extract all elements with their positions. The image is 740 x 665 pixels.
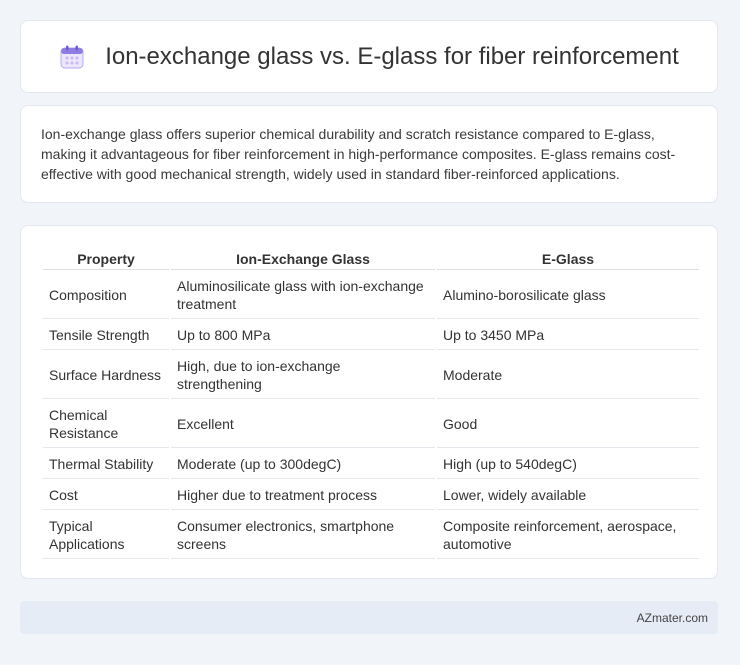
e-glass-cell: Lower, widely available [437, 481, 699, 510]
ion-exchange-cell: Consumer electronics, smartphone screens [171, 512, 435, 559]
title-card: Ion-exchange glass vs. E-glass for fiber… [20, 20, 718, 93]
intro-card: Ion-exchange glass offers superior chemi… [20, 105, 718, 203]
table-row: Composition Aluminosilicate glass with i… [43, 272, 699, 319]
header-e-glass: E-Glass [437, 248, 699, 270]
property-cell: Cost [43, 481, 169, 510]
e-glass-cell: Alumino-borosilicate glass [437, 272, 699, 319]
property-cell: Composition [43, 272, 169, 319]
ion-exchange-cell: Higher due to treatment process [171, 481, 435, 510]
e-glass-cell: Up to 3450 MPa [437, 321, 699, 350]
footer-source: AZmater.com [636, 610, 708, 625]
table-row: Chemical Resistance Excellent Good [43, 401, 699, 448]
header-property: Property [43, 248, 169, 270]
intro-text: Ion-exchange glass offers superior chemi… [41, 126, 676, 182]
property-cell: Surface Hardness [43, 352, 169, 399]
footer-bar: AZmater.com [20, 601, 718, 634]
ion-exchange-cell: Up to 800 MPa [171, 321, 435, 350]
ion-exchange-cell: Aluminosilicate glass with ion-exchange … [171, 272, 435, 319]
page-title: Ion-exchange glass vs. E-glass for fiber… [105, 42, 679, 70]
property-cell: Tensile Strength [43, 321, 169, 350]
ion-exchange-cell: High, due to ion-exchange strengthening [171, 352, 435, 399]
property-cell: Thermal Stability [43, 450, 169, 479]
table-row: Surface Hardness High, due to ion-exchan… [43, 352, 699, 399]
table-card: Property Ion-Exchange Glass E-Glass Comp… [20, 225, 718, 579]
e-glass-cell: Composite reinforcement, aerospace, auto… [437, 512, 699, 559]
calendar-icon [59, 44, 85, 70]
e-glass-cell: High (up to 540degC) [437, 450, 699, 479]
table-row: Typical Applications Consumer electronic… [43, 512, 699, 559]
e-glass-cell: Good [437, 401, 699, 448]
table-header-row: Property Ion-Exchange Glass E-Glass [43, 248, 699, 270]
header-ion-exchange-glass: Ion-Exchange Glass [171, 248, 435, 270]
table-row: Thermal Stability Moderate (up to 300deg… [43, 450, 699, 479]
table-row: Tensile Strength Up to 800 MPa Up to 345… [43, 321, 699, 350]
property-cell: Typical Applications [43, 512, 169, 559]
comparison-table: Property Ion-Exchange Glass E-Glass Comp… [41, 246, 701, 561]
property-cell: Chemical Resistance [43, 401, 169, 448]
ion-exchange-cell: Excellent [171, 401, 435, 448]
table-row: Cost Higher due to treatment process Low… [43, 481, 699, 510]
ion-exchange-cell: Moderate (up to 300degC) [171, 450, 435, 479]
e-glass-cell: Moderate [437, 352, 699, 399]
